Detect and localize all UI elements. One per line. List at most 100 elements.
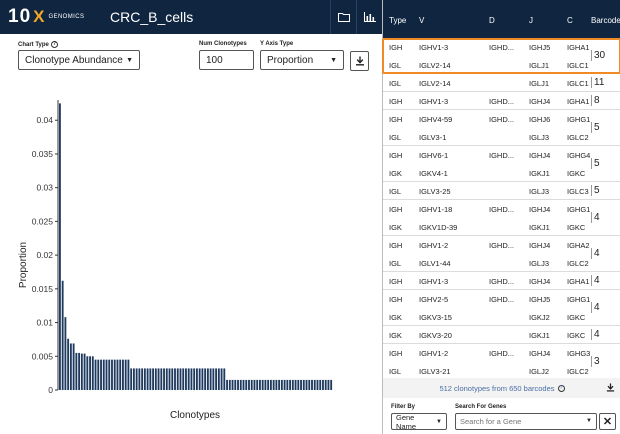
- bar[interactable]: [105, 359, 108, 390]
- table-row[interactable]: IGK IGKV3-20 IGKJ1 IGKC 4: [383, 326, 620, 344]
- bar[interactable]: [149, 368, 152, 390]
- bar[interactable]: [157, 368, 160, 390]
- bar[interactable]: [261, 379, 264, 390]
- bar[interactable]: [154, 368, 157, 390]
- table-row[interactable]: IGL IGLV3-25 IGLJ3 IGLC3 5: [383, 182, 620, 200]
- bar[interactable]: [130, 368, 133, 390]
- column-header-type[interactable]: Type: [389, 16, 406, 25]
- bar[interactable]: [64, 317, 67, 390]
- bar[interactable]: [305, 379, 308, 390]
- bar[interactable]: [143, 368, 146, 390]
- bar[interactable]: [267, 379, 270, 390]
- column-header-barcodes[interactable]: Barcodes: [591, 16, 620, 25]
- bar[interactable]: [100, 359, 102, 390]
- help-icon[interactable]: ?: [50, 41, 58, 48]
- bar[interactable]: [316, 379, 319, 390]
- bar[interactable]: [324, 379, 327, 390]
- bar[interactable]: [86, 356, 89, 390]
- bar[interactable]: [209, 368, 212, 390]
- bar[interactable]: [291, 379, 294, 390]
- open-folder-button[interactable]: [330, 0, 356, 34]
- download-table-button[interactable]: [606, 383, 615, 394]
- bar[interactable]: [94, 359, 97, 390]
- bar[interactable]: [239, 379, 242, 390]
- bar[interactable]: [174, 368, 176, 390]
- bar[interactable]: [182, 368, 185, 390]
- bar[interactable]: [69, 343, 72, 390]
- gene-search-input[interactable]: [455, 413, 597, 430]
- bar[interactable]: [193, 368, 196, 390]
- bar[interactable]: [269, 379, 272, 390]
- bar[interactable]: [132, 368, 135, 390]
- bar[interactable]: [242, 379, 245, 390]
- bar[interactable]: [187, 368, 190, 390]
- table-row[interactable]: IGH IGHV2-5 IGHD... IGHJ5 IGHG1 IGK IGKV3-15 IG…: [383, 290, 620, 326]
- bar[interactable]: [91, 356, 94, 390]
- bar[interactable]: [259, 379, 261, 390]
- bar[interactable]: [72, 343, 75, 390]
- bar[interactable]: [206, 368, 209, 390]
- bar[interactable]: [264, 379, 267, 390]
- help-icon[interactable]: ?: [557, 384, 565, 392]
- table-row[interactable]: IGH IGHV1-2 IGHD... IGHJ4 IGHA2 IGL IGLV1-44 IG…: [383, 236, 620, 272]
- table-row[interactable]: IGH IGHV4-59 IGHD... IGHJ6 IGHG1 IGL IGLV3-1 IG…: [383, 110, 620, 146]
- bar[interactable]: [152, 368, 154, 390]
- bar[interactable]: [61, 280, 64, 390]
- column-header-v[interactable]: V: [419, 16, 424, 25]
- bar[interactable]: [119, 359, 122, 390]
- bar[interactable]: [83, 353, 86, 390]
- bar[interactable]: [171, 368, 174, 390]
- bar[interactable]: [311, 379, 313, 390]
- table-row[interactable]: IGH IGHV6-1 IGHD... IGHJ4 IGHG4 IGK IGKV4-1 IGK…: [383, 146, 620, 182]
- bar[interactable]: [302, 379, 305, 390]
- bar[interactable]: [327, 379, 330, 390]
- bar[interactable]: [234, 379, 237, 390]
- bar[interactable]: [78, 352, 81, 390]
- bar[interactable]: [280, 379, 283, 390]
- table-row[interactable]: IGH IGHV1-3 IGHD... IGHJ4 IGHA1 8: [383, 92, 620, 110]
- table-row[interactable]: IGH IGHV1-2 IGHD... IGHJ4 IGHG3 IGL IGLV3-21 IG…: [383, 344, 620, 380]
- bar[interactable]: [179, 368, 182, 390]
- bar[interactable]: [196, 368, 198, 390]
- bar[interactable]: [122, 359, 124, 390]
- bar[interactable]: [300, 379, 302, 390]
- bar[interactable]: [127, 359, 130, 390]
- bar[interactable]: [231, 379, 234, 390]
- bar[interactable]: [67, 338, 70, 390]
- bar[interactable]: [59, 103, 61, 391]
- bar[interactable]: [138, 368, 141, 390]
- bar[interactable]: [286, 379, 289, 390]
- bar[interactable]: [108, 359, 111, 390]
- bar[interactable]: [294, 379, 297, 390]
- num-clonotypes-input[interactable]: 100: [199, 50, 254, 70]
- download-chart-button[interactable]: [350, 51, 369, 71]
- bar[interactable]: [97, 359, 100, 390]
- bar[interactable]: [102, 359, 105, 390]
- bar[interactable]: [319, 379, 322, 390]
- bar[interactable]: [250, 379, 253, 390]
- bar[interactable]: [275, 379, 278, 390]
- bar[interactable]: [165, 368, 168, 390]
- bar[interactable]: [201, 368, 204, 390]
- chart-type-select[interactable]: Clonotype Abundance ▼: [18, 50, 140, 70]
- bar[interactable]: [278, 379, 281, 390]
- bar[interactable]: [212, 368, 215, 390]
- filter-by-select[interactable]: Gene Name ▼: [391, 413, 447, 431]
- bar[interactable]: [253, 379, 256, 390]
- column-header-d[interactable]: D: [489, 16, 495, 25]
- bar[interactable]: [116, 359, 119, 390]
- bar[interactable]: [176, 368, 179, 390]
- bar[interactable]: [322, 379, 324, 390]
- bar[interactable]: [248, 379, 250, 390]
- table-row[interactable]: IGH IGHV1-3 IGHD... IGHJ5 IGHA1 IGL IGLV2-14 IG…: [383, 38, 620, 74]
- bar[interactable]: [113, 359, 116, 390]
- bar[interactable]: [283, 379, 286, 390]
- y-axis-type-select[interactable]: Proportion ▼: [260, 50, 344, 70]
- bar[interactable]: [135, 368, 138, 390]
- bar[interactable]: [330, 379, 333, 390]
- bar[interactable]: [111, 359, 113, 390]
- bar[interactable]: [190, 368, 193, 390]
- bar[interactable]: [226, 379, 228, 390]
- bar[interactable]: [217, 368, 220, 390]
- bar[interactable]: [198, 368, 201, 390]
